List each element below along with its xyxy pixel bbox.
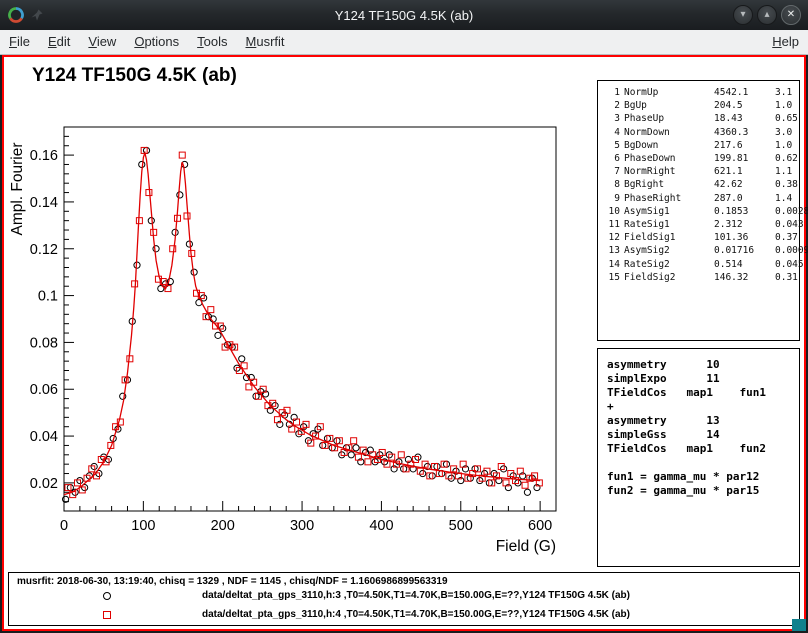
pin-icon[interactable] <box>30 8 44 22</box>
minimize-button[interactable]: ▾ <box>733 5 753 25</box>
parameter-row: 10AsymSig10.18530.0028 <box>604 205 799 218</box>
menu-item-edit[interactable]: Edit <box>39 30 79 54</box>
application-window: Y124 TF150G 4.5K (ab) ▾▴✕ FileEditViewOp… <box>0 0 808 633</box>
svg-text:0.12: 0.12 <box>30 242 58 258</box>
svg-text:0.16: 0.16 <box>30 148 58 164</box>
legend-pave[interactable]: musrfit: 2018-06-30, 13:19:40, chisq = 1… <box>8 572 800 626</box>
legend-marker-circle <box>103 592 111 600</box>
parameter-row: 14RateSig20.5140.045 <box>604 258 799 271</box>
fit-info: musrfit: 2018-06-30, 13:19:40, chisq = 1… <box>9 573 799 587</box>
theory-line: TFieldCos map1 fun2 <box>607 442 799 456</box>
parameter-row: 8BgRight42.620.38 <box>604 178 799 191</box>
svg-text:0.08: 0.08 <box>30 335 58 351</box>
close-button[interactable]: ✕ <box>781 5 801 25</box>
parameter-pave[interactable]: 1NormUp4542.13.12BgUp204.51.03PhaseUp18.… <box>597 80 800 341</box>
theory-line: simpleGss 14 <box>607 428 799 442</box>
parameter-row: 5BgDown217.61.0 <box>604 139 799 152</box>
svg-text:Field (G): Field (G) <box>496 538 556 555</box>
theory-pave[interactable]: asymmetry 10simplExpo 11TFieldCos map1 f… <box>597 348 800 567</box>
window-title: Y124 TF150G 4.5K (ab) <box>335 8 474 23</box>
window-controls: ▾▴✕ <box>733 5 801 25</box>
menu-item-file[interactable]: File <box>0 30 39 54</box>
svg-text:400: 400 <box>369 518 393 534</box>
menu-item-tools[interactable]: Tools <box>188 30 236 54</box>
parameter-row: 12FieldSig1101.360.37 <box>604 231 799 244</box>
legend-text: data/deltat_pta_gps_3110,h:4 ,T0=4.50K,T… <box>202 609 630 620</box>
titlebar-icons <box>7 6 44 24</box>
parameter-row: 2BgUp204.51.0 <box>604 99 799 112</box>
theory-line <box>607 456 799 470</box>
legend-text: data/deltat_pta_gps_3110,h:3 ,T0=4.50K,T… <box>202 590 630 601</box>
parameter-row: 4NormDown4360.33.0 <box>604 126 799 139</box>
parameter-row: 3PhaseUp18.430.65 <box>604 112 799 125</box>
svg-text:0.04: 0.04 <box>30 429 58 445</box>
svg-text:0.02: 0.02 <box>30 476 58 492</box>
svg-text:Ampl. Fourier: Ampl. Fourier <box>9 142 26 235</box>
theory-line: TFieldCos map1 fun1 <box>607 386 799 400</box>
theory-line: fun2 = gamma_mu * par15 <box>607 484 799 498</box>
svg-text:0.06: 0.06 <box>30 382 58 398</box>
svg-text:600: 600 <box>528 518 552 534</box>
parameter-row: 6PhaseDown199.810.62 <box>604 152 799 165</box>
maximize-button[interactable]: ▴ <box>757 5 777 25</box>
svg-text:0.1: 0.1 <box>38 289 58 305</box>
title-bar: Y124 TF150G 4.5K (ab) ▾▴✕ <box>0 0 808 30</box>
svg-text:300: 300 <box>290 518 314 534</box>
theory-line: fun1 = gamma_mu * par12 <box>607 470 799 484</box>
theory-line: simplExpo 11 <box>607 372 799 386</box>
menu-items: FileEditViewOptionsToolsMusrfit <box>0 30 294 54</box>
menu-item-options[interactable]: Options <box>125 30 188 54</box>
legend-entry: data/deltat_pta_gps_3110,h:4 ,T0=4.50K,T… <box>9 606 799 625</box>
plot-canvas[interactable]: 0 100 200 300 400 500 600 0.02 0.04 0.06 0.08 0.1 0.… <box>6 59 596 572</box>
legend-marker-square <box>103 611 111 619</box>
svg-text:0.14: 0.14 <box>30 195 58 211</box>
theory-line: + <box>607 400 799 414</box>
menu-item-help[interactable]: Help <box>763 30 808 54</box>
legend-rows: data/deltat_pta_gps_3110,h:3 ,T0=4.50K,T… <box>9 587 799 625</box>
parameter-row: 11RateSig12.3120.043 <box>604 218 799 231</box>
legend-entry: data/deltat_pta_gps_3110,h:3 ,T0=4.50K,T… <box>9 587 799 606</box>
theory-lines: asymmetry 10simplExpo 11TFieldCos map1 f… <box>607 358 799 498</box>
menu-item-musrfit[interactable]: Musrfit <box>237 30 294 54</box>
theory-line: asymmetry 13 <box>607 414 799 428</box>
menu-item-view[interactable]: View <box>79 30 125 54</box>
parameter-row: 7NormRight621.11.1 <box>604 165 799 178</box>
svg-text:Y124 TF150G 4.5K (ab): Y124 TF150G 4.5K (ab) <box>32 65 237 86</box>
resize-grip[interactable] <box>792 619 806 631</box>
parameter-row: 13AsymSig20.017160.00098 <box>604 244 799 257</box>
theory-line: asymmetry 10 <box>607 358 799 372</box>
root-canvas: 0 100 200 300 400 500 600 0.02 0.04 0.06 0.08 0.1 0.… <box>2 55 806 631</box>
parameter-rows: 1NormUp4542.13.12BgUp204.51.03PhaseUp18.… <box>604 86 799 284</box>
app-icon <box>7 6 25 24</box>
parameter-row: 15FieldSig2146.320.31 <box>604 271 799 284</box>
svg-text:200: 200 <box>211 518 235 534</box>
svg-text:0: 0 <box>60 518 68 534</box>
svg-text:100: 100 <box>131 518 155 534</box>
svg-text:500: 500 <box>449 518 473 534</box>
parameter-row: 1NormUp4542.13.1 <box>604 86 799 99</box>
menu-help-container: Help <box>763 30 808 54</box>
parameter-row: 9PhaseRight287.01.4 <box>604 192 799 205</box>
menu-bar: FileEditViewOptionsToolsMusrfit Help <box>0 30 808 55</box>
